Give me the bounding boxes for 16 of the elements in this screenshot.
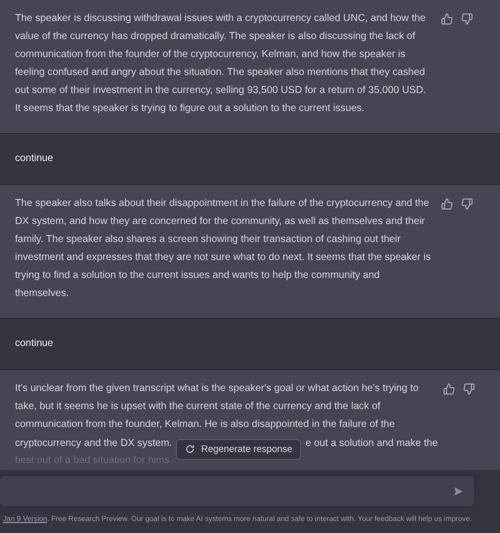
send-icon[interactable]: [453, 486, 464, 496]
assistant-message: e out a solution and make the: [305, 438, 438, 448]
message-input[interactable]: [0, 476, 474, 506]
thumbs-up-icon[interactable]: [443, 383, 455, 395]
regenerate-button[interactable]: Regenerate response: [176, 438, 302, 460]
user-message: continue: [15, 337, 54, 351]
assistant-message: The speaker also talks about their disappointment in the failure of the cryptocurrency and the DX system, and how they are concerned for the community, as well as themselves and their family. The speaker also shares a screen showing their transaction of cashing out their investment and expresses that they are not sure what to do next. It seems that the speaker is trying to find a solution to the current issues and wants to help the community and themselves.: [15, 197, 432, 301]
thumbs-down-icon[interactable]: [461, 198, 473, 210]
thumbs-down-icon[interactable]: [461, 13, 473, 25]
refresh-icon: [185, 444, 196, 454]
thumbs-down-icon[interactable]: [463, 383, 475, 395]
thumbs-up-icon[interactable]: [441, 13, 453, 25]
assistant-message: cryptocurrency and the DX system.: [15, 438, 172, 448]
assistant-message: The speaker is discussing withdrawal issues with a cryptocurrency called UNC, and how the value of the currency has dropped dramatically. The speaker is also discussing the lack of communication from the founder of the cryptocurrency, Kelman, and how the speaker is feeling confused and angry about the situation. The speaker also mentions that they cashed out some of their investment in the currency, selling 93,500 USD for a return of 35,000 USD. It seems that the speaker is trying to figure out a solution to the current issues.: [15, 12, 428, 116]
thumbs-up-icon[interactable]: [441, 198, 453, 210]
user-message: continue: [15, 152, 54, 166]
